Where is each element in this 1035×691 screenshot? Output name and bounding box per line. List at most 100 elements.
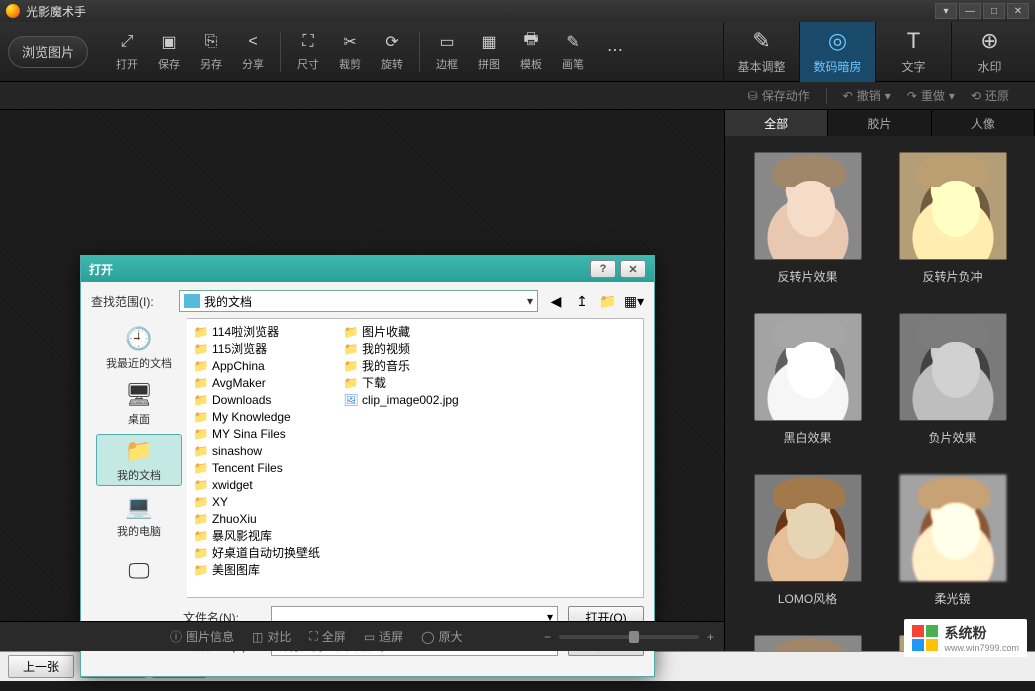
- view-图片信息-button[interactable]: ⓘ图片信息: [170, 628, 234, 645]
- undo-button[interactable]: ↶撤销▾: [843, 87, 891, 104]
- dialog-title: 打开: [89, 261, 113, 278]
- effect-thumb: [754, 474, 862, 582]
- effect-负片效果[interactable]: 负片效果: [893, 313, 1013, 446]
- redo-button[interactable]: ↷重做▾: [907, 87, 955, 104]
- effect-LOMO风格[interactable]: LOMO风格: [748, 474, 868, 607]
- toolbar-另存-button[interactable]: ⎘另存: [190, 25, 232, 79]
- toolbar-尺寸-button[interactable]: ⛶尺寸: [287, 25, 329, 79]
- file-item[interactable]: 📁下载: [343, 374, 493, 391]
- dialog-help-button[interactable]: ?: [590, 260, 616, 278]
- window-minimize-button[interactable]: —: [959, 3, 981, 19]
- effects-grid: 反转片效果反转片负冲黑白效果负片效果LOMO风格柔光镜: [725, 136, 1035, 651]
- file-item[interactable]: 📁MY Sina Files: [193, 425, 343, 442]
- file-item[interactable]: 📁xwidget: [193, 476, 343, 493]
- 裁剪-icon: ✂: [340, 32, 360, 52]
- file-item[interactable]: 📁暴风影视库: [193, 527, 343, 544]
- view-对比-button[interactable]: ◫对比: [252, 628, 291, 645]
- places-extra[interactable]: 🖵: [96, 546, 182, 598]
- sub-toolbar: ⛁保存动作 ↶撤销▾ ↷重做▾ ⟲还原: [0, 82, 1035, 110]
- file-item[interactable]: 📁我的音乐: [343, 357, 493, 374]
- toolbar-分享-button[interactable]: <分享: [232, 25, 274, 79]
- folder-icon: 📁: [193, 546, 209, 560]
- toolbar-画笔-button[interactable]: ✎画笔: [552, 25, 594, 79]
- toolbar-裁剪-button[interactable]: ✂裁剪: [329, 25, 371, 79]
- file-item[interactable]: 📁My Knowledge: [193, 408, 343, 425]
- toolbar-more-button[interactable]: ⋯: [594, 25, 636, 79]
- dialog-nav-icon-0[interactable]: ◀: [546, 291, 566, 311]
- places-我最近的文档[interactable]: 🕘我最近的文档: [96, 322, 182, 374]
- file-item[interactable]: 📁图片收藏: [343, 323, 493, 340]
- file-item[interactable]: 🖼clip_image002.jpg: [343, 391, 493, 408]
- browse-images-button[interactable]: 浏览图片: [8, 36, 88, 68]
- places-我的文档[interactable]: 📁我的文档: [96, 434, 182, 486]
- fx-tab-胶片[interactable]: 胶片: [828, 110, 931, 136]
- folder-icon: 📁: [193, 393, 209, 407]
- folder-icon: 📁: [343, 376, 359, 390]
- file-item[interactable]: 📁Downloads: [193, 391, 343, 408]
- img-icon: 🖼: [343, 393, 359, 407]
- toolbar-模板-button[interactable]: 🖶模板: [510, 25, 552, 79]
- file-item[interactable]: 📁好桌道自动切换壁纸: [193, 544, 343, 561]
- effect-反转片效果[interactable]: 反转片效果: [748, 152, 868, 285]
- file-item[interactable]: 📁Tencent Files: [193, 459, 343, 476]
- effect-柔光镜[interactable]: 柔光镜: [893, 474, 1013, 607]
- file-item[interactable]: 📁AvgMaker: [193, 374, 343, 391]
- 全屏-icon: ⛶: [309, 629, 317, 644]
- file-item[interactable]: 📁AppChina: [193, 357, 343, 374]
- effect-thumb: [899, 474, 1007, 582]
- file-item[interactable]: 📁115浏览器: [193, 340, 343, 357]
- 对比-icon: ◫: [252, 630, 263, 644]
- mode-tab-基本调整[interactable]: ✎基本调整: [723, 22, 799, 82]
- app-title: 光影魔术手: [26, 3, 86, 20]
- places-桌面[interactable]: 🖥桌面: [96, 378, 182, 430]
- toolbar-旋转-button[interactable]: ⟳旋转: [371, 25, 413, 79]
- effect-item-6[interactable]: [748, 635, 868, 651]
- places-我的电脑[interactable]: 💻我的电脑: [96, 490, 182, 542]
- lookin-combobox[interactable]: 我的文档 ▾: [179, 290, 538, 312]
- place-icon: 📁: [123, 437, 155, 465]
- zoom-slider[interactable]: − +: [544, 630, 714, 644]
- folder-icon: 📁: [193, 495, 209, 509]
- dialog-close-button[interactable]: ✕: [620, 260, 646, 278]
- dialog-nav-icon-3[interactable]: ▦▾: [624, 291, 644, 311]
- restore-button[interactable]: ⟲还原: [971, 87, 1009, 104]
- file-item[interactable]: 📁我的视频: [343, 340, 493, 357]
- 打开-icon: ⤢: [117, 32, 137, 52]
- toolbar-拼图-button[interactable]: ▦拼图: [468, 25, 510, 79]
- fx-tab-人像[interactable]: 人像: [932, 110, 1035, 136]
- watermark-logo-icon: [912, 625, 938, 651]
- prev-image-button[interactable]: 上一张: [8, 655, 74, 678]
- file-item[interactable]: 📁sinashow: [193, 442, 343, 459]
- window-close-button[interactable]: ✕: [1007, 3, 1029, 19]
- dialog-nav-icon-2[interactable]: 📁: [598, 291, 618, 311]
- toolbar-边框-button[interactable]: ▭边框: [426, 25, 468, 79]
- zoom-in-icon[interactable]: +: [707, 630, 714, 644]
- window-dropdown-button[interactable]: ▾: [935, 3, 957, 19]
- window-maximize-button[interactable]: □: [983, 3, 1005, 19]
- file-list[interactable]: 📁114啦浏览器📁115浏览器📁AppChina📁AvgMaker📁Downlo…: [187, 318, 644, 598]
- folder-icon: 📁: [193, 410, 209, 424]
- file-item[interactable]: 📁114啦浏览器: [193, 323, 343, 340]
- mode-tab-数码暗房[interactable]: ◎数码暗房: [799, 22, 875, 82]
- mode-tab-文字[interactable]: T文字: [875, 22, 951, 82]
- folder-icon: 📁: [343, 342, 359, 356]
- toolbar-保存-button[interactable]: ▣保存: [148, 25, 190, 79]
- dialog-nav-icon-1[interactable]: ↥: [572, 291, 592, 311]
- place-icon: 🖥: [123, 381, 155, 409]
- file-item[interactable]: 📁ZhuoXiu: [193, 510, 343, 527]
- view-适屏-button[interactable]: ▭适屏: [364, 628, 403, 645]
- undo-icon: ↶: [843, 89, 853, 103]
- fx-tab-全部[interactable]: 全部: [725, 110, 828, 136]
- view-全屏-button[interactable]: ⛶全屏: [309, 628, 345, 645]
- effect-反转片负冲[interactable]: 反转片负冲: [893, 152, 1013, 285]
- save-action-button[interactable]: ⛁保存动作: [748, 87, 810, 104]
- file-item[interactable]: 📁美图图库: [193, 561, 343, 578]
- folder-icon: 📁: [193, 478, 209, 492]
- effect-黑白效果[interactable]: 黑白效果: [748, 313, 868, 446]
- mode-tab-水印[interactable]: ⊕水印: [951, 22, 1027, 82]
- zoom-out-icon[interactable]: −: [544, 630, 551, 644]
- toolbar-打开-button[interactable]: ⤢打开: [106, 25, 148, 79]
- file-item[interactable]: 📁XY: [193, 493, 343, 510]
- view-原大-button[interactable]: ◯原大: [421, 628, 462, 645]
- folder-icon: 📁: [193, 359, 209, 373]
